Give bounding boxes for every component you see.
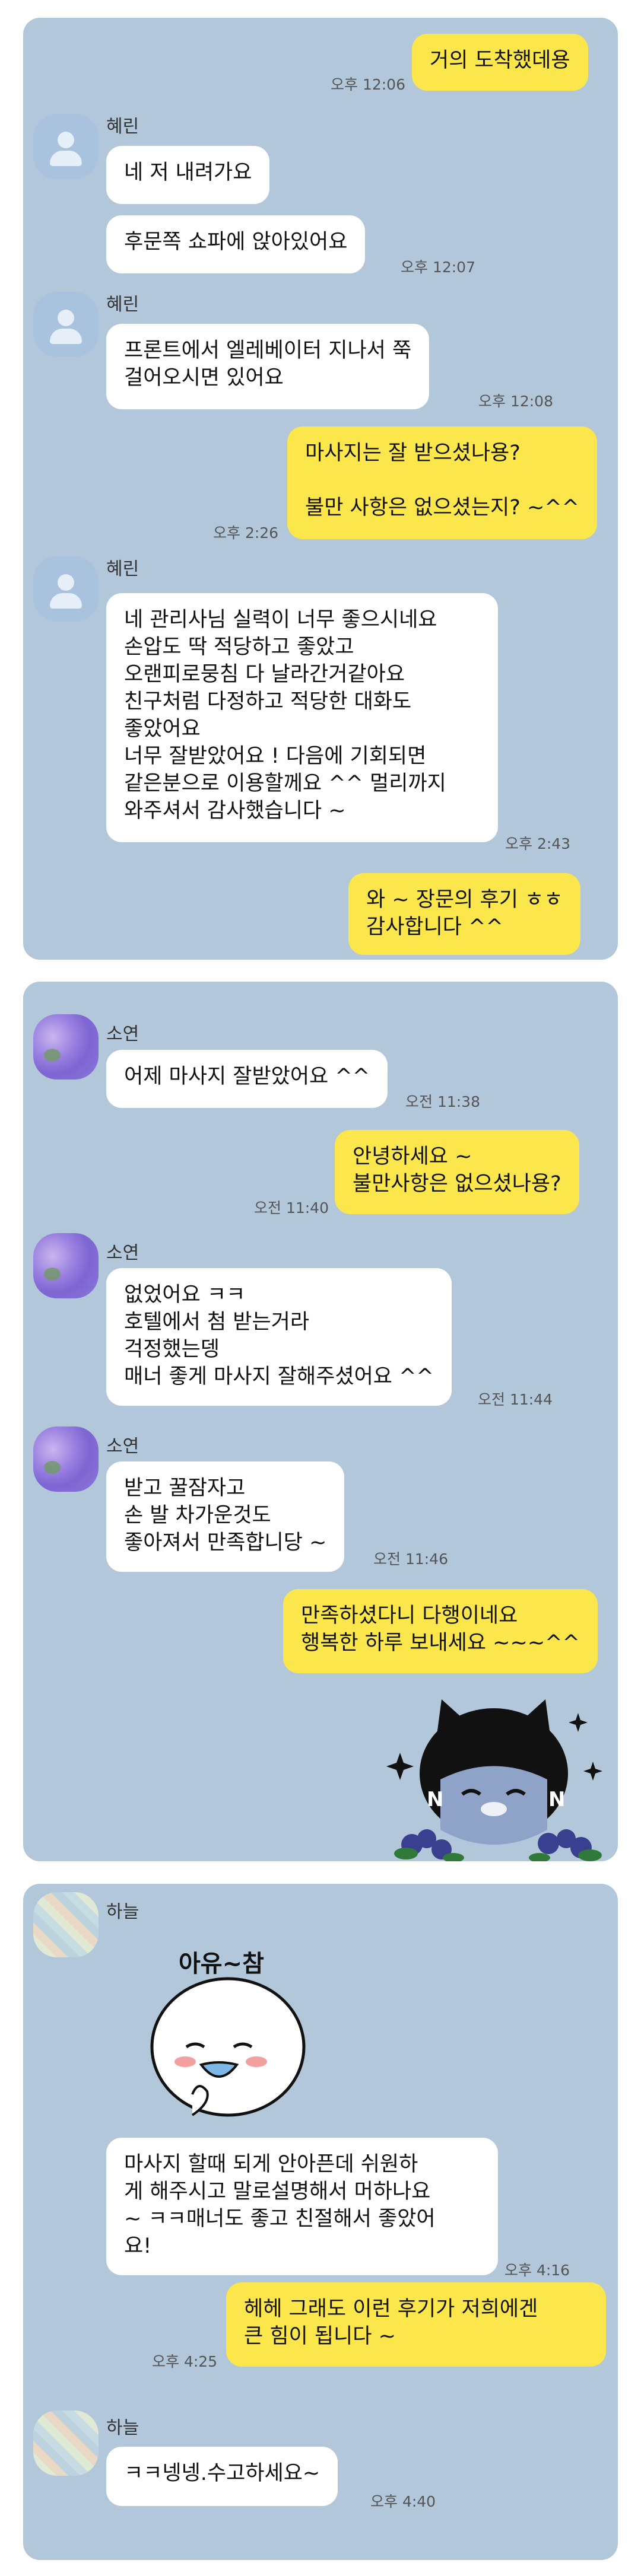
sender-name: 소연 (106, 1436, 139, 1457)
message-bubble[interactable]: 마사지는 잘 받으셨나용? 불만 사항은 없으셨는지? ~^^ (287, 426, 597, 539)
message-time: 오후 12:08 (478, 393, 553, 410)
chat-card-3: 하늘 아유~참 마사지 할때 되게 안아픈데 쉬원하 게 해주시고 말로설명해서… (23, 1884, 618, 2560)
avatar[interactable] (33, 1892, 99, 1957)
svg-text:N: N (427, 1788, 443, 1811)
chat-card-1: 거의 도착했데용 오후 12:06 혜린 네 저 내려가요 후문쪽 쇼파에 앉아… (23, 18, 618, 960)
message-bubble[interactable]: 네 저 내려가요 (106, 146, 270, 204)
message-bubble[interactable]: 거의 도착했데용 (412, 34, 588, 91)
message-bubble[interactable]: ㅋㅋ넹넹.수고하세요~ (106, 2447, 338, 2506)
sender-name: 하늘 (106, 1902, 139, 1922)
message-time: 오전 11:40 (254, 1199, 329, 1217)
message-bubble[interactable]: 헤헤 그래도 이런 후기가 저희에겐 큰 힘이 됩니다 ~ (226, 2282, 606, 2367)
cat-sticker-icon: N N (386, 1699, 602, 1861)
message-bubble[interactable]: 받고 꿀잠자고 손 발 차가운것도 좋아져서 만족합니당 ~ (106, 1461, 345, 1572)
cat-character-sticker[interactable]: N N (370, 1690, 618, 1861)
message-bubble[interactable]: 와 ~ 장문의 후기 ㅎㅎ 감사합니다 ^^ (348, 873, 581, 955)
message-bubble[interactable]: 어제 마사지 잘받았어요 ^^ (106, 1050, 388, 1108)
message-bubble[interactable]: 후문쪽 쇼파에 앉아있어요 (106, 215, 366, 273)
white-bean-character-sticker[interactable] (145, 1976, 317, 2124)
message-time: 오전 11:46 (373, 1550, 448, 1568)
avatar[interactable] (33, 1426, 99, 1492)
avatar[interactable] (33, 114, 99, 179)
sticker-caption: 아유~참 (179, 1950, 264, 1978)
message-time: 오후 4:16 (504, 2262, 570, 2279)
message-time: 오후 4:25 (152, 2353, 218, 2370)
message-time: 오전 11:38 (405, 1093, 480, 1110)
message-bubble[interactable]: 마사지 할때 되게 안아픈데 쉬원하 게 해주시고 말로설명해서 머하나요 ~ … (106, 2138, 498, 2275)
message-bubble[interactable]: 안녕하세요 ~ 불만사항은 없으셨나용? (335, 1130, 579, 1214)
sender-name: 혜린 (106, 294, 139, 315)
sender-name: 소연 (106, 1024, 139, 1045)
bean-sticker-icon (150, 1977, 306, 2117)
sender-name: 소연 (106, 1243, 139, 1263)
svg-text:N: N (548, 1788, 565, 1811)
message-time: 오후 4:40 (370, 2493, 436, 2510)
message-time: 오후 12:06 (331, 76, 405, 93)
message-bubble[interactable]: 없었어요 ㅋㅋ 호텔에서 첨 받는거라 걱정했는뎅 매너 좋게 마사지 잘해주셨… (106, 1268, 452, 1406)
sender-name: 혜린 (106, 559, 139, 579)
message-time: 오후 2:43 (505, 835, 571, 852)
message-bubble[interactable]: 프론트에서 엘레베이터 지나서 쭉 걸어오시면 있어요 (106, 324, 430, 409)
message-bubble[interactable]: 만족하셨다니 다행이네요 행복한 하루 보내세요 ~~~^^ (283, 1589, 598, 1673)
avatar[interactable] (33, 1233, 99, 1298)
avatar[interactable] (33, 1014, 99, 1080)
avatar[interactable] (33, 292, 99, 357)
message-time: 오전 11:44 (478, 1391, 553, 1408)
message-time: 오후 12:07 (401, 259, 475, 276)
avatar[interactable] (33, 556, 99, 622)
message-time: 오후 2:26 (213, 524, 279, 542)
sender-name: 혜린 (106, 116, 139, 137)
chat-card-2: 소연 어제 마사지 잘받았어요 ^^ 오전 11:38 안녕하세요 ~ 불만사항… (23, 982, 618, 1861)
avatar[interactable] (33, 2411, 99, 2476)
message-bubble[interactable]: 네 관리사님 실력이 너무 좋으시네요 손압도 딱 적당하고 좋았고 오랜피로뭉… (106, 593, 498, 842)
sender-name: 하늘 (106, 2418, 139, 2438)
